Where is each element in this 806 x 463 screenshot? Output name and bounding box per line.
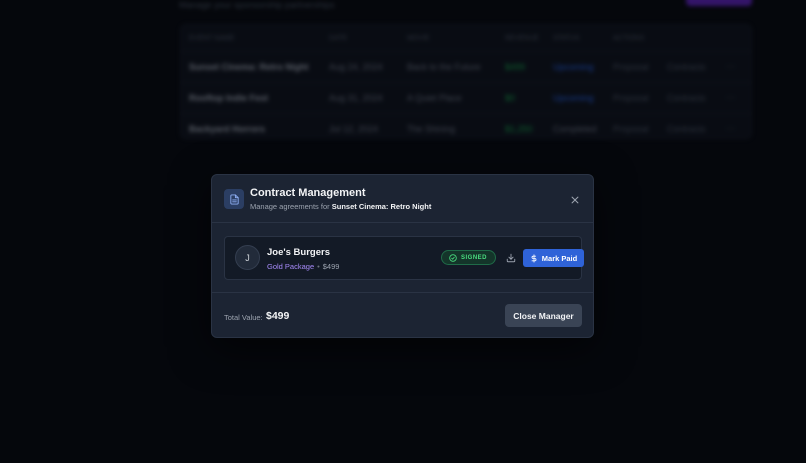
row-more-icon: ⋯	[726, 61, 735, 71]
row-status: Upcoming	[553, 61, 594, 72]
row-revenue: $0	[505, 92, 516, 103]
row-revenue: $499	[505, 61, 526, 72]
row-more-icon: ⋯	[726, 92, 735, 102]
sponsor-meta: Gold Package • $499	[267, 262, 339, 271]
close-manager-button[interactable]: Close Manager	[505, 304, 582, 327]
row-proposal-link: Proposal	[613, 123, 649, 134]
page-subtitle: Manage your sponsorship partnerships	[179, 0, 335, 10]
total-label: Total Value:	[224, 313, 263, 322]
status-badge-label: SIGNED	[461, 254, 488, 261]
row-contracts-link: Contracts	[667, 92, 706, 103]
row-event: Rooftop Indie Fest	[189, 92, 268, 103]
subtitle-prefix: Manage agreements for	[250, 202, 330, 211]
row-date: Jul 12, 2024	[329, 123, 379, 134]
table-row: Sunset Cinema: Retro Night Aug 24, 2024 …	[181, 51, 751, 81]
modal-subtitle: Manage agreements for Sunset Cinema: Ret…	[250, 202, 431, 211]
row-movie: The Shining	[407, 123, 456, 134]
row-proposal-link: Proposal	[613, 92, 649, 103]
row-revenue: $1,250	[505, 123, 533, 134]
status-badge: SIGNED	[441, 250, 497, 265]
check-circle-icon	[449, 253, 457, 262]
dollar-icon	[531, 253, 537, 263]
package-label: Gold Package	[267, 262, 315, 271]
contract-card: J Joe's Burgers Gold Package • $499 SIGNED	[224, 236, 584, 280]
header-date: DATE	[329, 34, 348, 42]
row-proposal-link: Proposal	[613, 61, 649, 72]
modal-header: Contract Management Manage agreements fo…	[212, 175, 593, 223]
modal-footer: Total Value: $499 Close Manager	[212, 292, 593, 338]
mark-paid-button[interactable]: Mark Paid	[523, 249, 584, 267]
contract-management-modal: Contract Management Manage agreements fo…	[211, 174, 594, 338]
header-movie: MOVIE	[407, 34, 430, 42]
avatar: J	[235, 245, 260, 270]
close-icon[interactable]	[568, 193, 582, 207]
row-date: Aug 31, 2024	[329, 92, 383, 103]
row-date: Aug 24, 2024	[329, 61, 383, 72]
total-value: $499	[266, 310, 290, 322]
mark-paid-label: Mark Paid	[541, 253, 578, 263]
row-event: Backyard Horrors	[189, 123, 266, 134]
row-event: Sunset Cinema: Retro Night	[189, 61, 309, 72]
header-actions: ACTIONS	[613, 34, 645, 42]
table-row: Rooftop Indie Fest Aug 31, 2024 A Quiet …	[181, 82, 751, 112]
row-status: Upcoming	[553, 92, 594, 103]
row-contracts-link: Contracts	[667, 123, 706, 134]
subtitle-event-name: Sunset Cinema: Retro Night	[331, 202, 432, 211]
row-more-icon: ⋯	[726, 123, 735, 133]
row-movie: Back to the Future	[407, 61, 481, 72]
table-row: Backyard Horrors Jul 12, 2024 The Shinin…	[181, 113, 751, 143]
header-event: EVENT NAME	[189, 34, 235, 42]
new-event-button	[686, 0, 752, 6]
meta-separator: •	[317, 262, 320, 271]
header-revenue: REVENUE	[505, 34, 539, 42]
row-movie: A Quiet Place	[407, 92, 462, 103]
events-table: EVENT NAME DATE MOVIE REVENUE STATUS ACT…	[180, 24, 752, 139]
table-header: EVENT NAME DATE MOVIE REVENUE STATUS ACT…	[181, 28, 751, 48]
package-price: $499	[322, 262, 340, 271]
download-icon[interactable]	[505, 252, 516, 263]
header-status: STATUS	[553, 34, 580, 42]
document-icon	[224, 189, 244, 209]
sponsor-name: Joe's Burgers	[267, 247, 330, 258]
row-status: Completed	[553, 123, 597, 134]
modal-title: Contract Management	[250, 187, 366, 199]
row-contracts-link: Contracts	[667, 61, 706, 72]
